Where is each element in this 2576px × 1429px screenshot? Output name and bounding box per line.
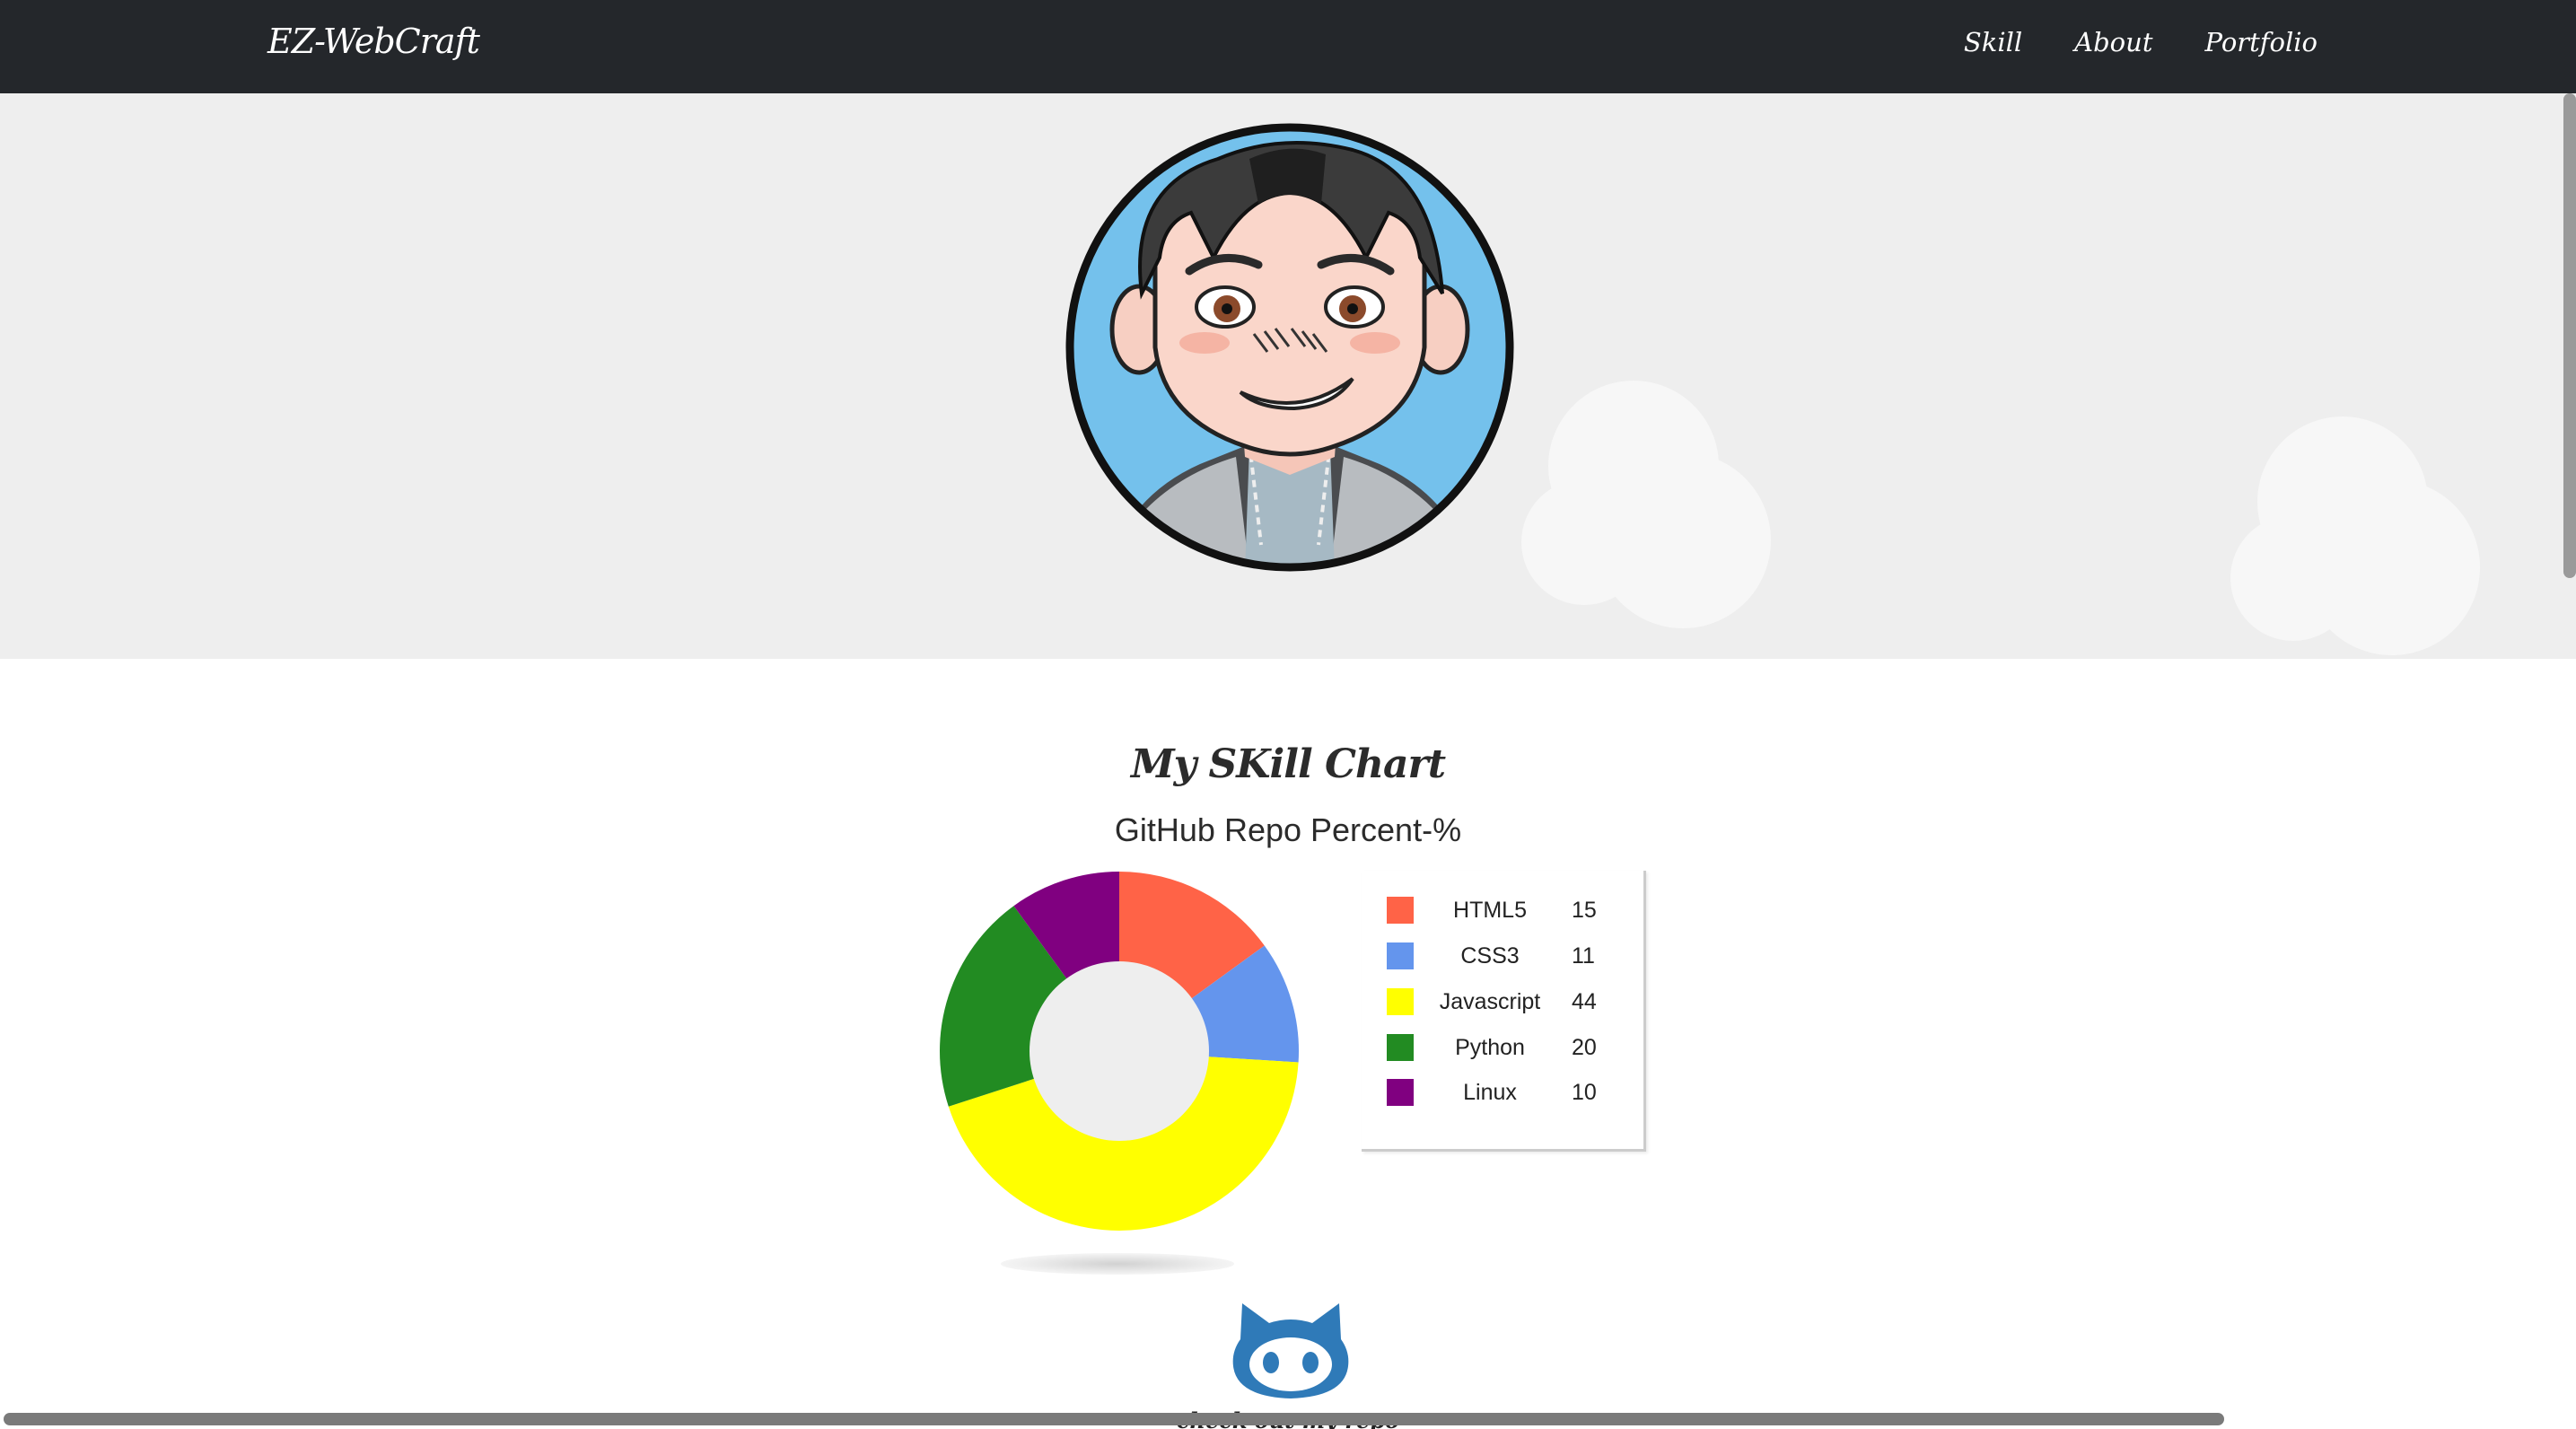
legend-row-javascript: Javascript 44 bbox=[1362, 984, 1631, 1020]
nav-link-about[interactable]: About bbox=[2074, 27, 2152, 57]
legend-row-python: Python 20 bbox=[1362, 1030, 1631, 1065]
legend-swatch bbox=[1387, 1079, 1414, 1106]
legend-swatch bbox=[1387, 942, 1414, 969]
legend-value: 44 bbox=[1572, 988, 1597, 1014]
navbar: EZ-WebCraft Skill About Portfolio bbox=[0, 0, 2576, 95]
donut-chart bbox=[940, 872, 1299, 1231]
page: EZ-WebCraft Skill About Portfolio My SKi… bbox=[0, 0, 2576, 1429]
nav-links: Skill About Portfolio bbox=[1964, 27, 2318, 57]
legend-row-linux: Linux 10 bbox=[1362, 1074, 1631, 1110]
github-octocat-icon[interactable] bbox=[1230, 1296, 1352, 1400]
chart-title: GitHub Repo Percent-% bbox=[1114, 811, 1462, 848]
skill-chart-heading: My SKill Chart bbox=[1130, 741, 1446, 787]
avatar bbox=[1065, 123, 1514, 572]
donut-hole bbox=[1030, 961, 1209, 1141]
legend-label: HTML5 bbox=[1453, 897, 1527, 923]
legend-label: Python bbox=[1455, 1034, 1525, 1060]
legend-swatch bbox=[1387, 897, 1414, 924]
legend-value: 10 bbox=[1572, 1079, 1597, 1105]
nav-link-portfolio[interactable]: Portfolio bbox=[2204, 27, 2318, 57]
legend-label: Javascript bbox=[1439, 988, 1541, 1014]
legend-value: 11 bbox=[1572, 942, 1595, 969]
cloud-shape bbox=[2230, 416, 2480, 655]
legend-label: Linux bbox=[1463, 1079, 1517, 1105]
nav-link-skill[interactable]: Skill bbox=[1964, 27, 2022, 57]
chart-legend: HTML5 15 CSS3 11 Javascript 44 Python 20… bbox=[1362, 871, 1646, 1152]
legend-row-html5: HTML5 15 bbox=[1362, 892, 1631, 928]
legend-value: 20 bbox=[1572, 1034, 1597, 1060]
legend-value: 15 bbox=[1572, 897, 1597, 923]
legend-swatch bbox=[1387, 988, 1414, 1015]
legend-swatch bbox=[1387, 1034, 1414, 1061]
hero-banner bbox=[0, 93, 2576, 659]
cloud-shape bbox=[1521, 381, 1771, 628]
donut-shadow bbox=[1001, 1253, 1234, 1275]
brand-logo[interactable]: EZ-WebCraft bbox=[267, 22, 480, 61]
legend-row-css3: CSS3 11 bbox=[1362, 938, 1631, 974]
vertical-scrollbar[interactable] bbox=[2563, 93, 2576, 578]
horizontal-scrollbar[interactable] bbox=[4, 1413, 2224, 1425]
legend-label: CSS3 bbox=[1460, 942, 1520, 969]
